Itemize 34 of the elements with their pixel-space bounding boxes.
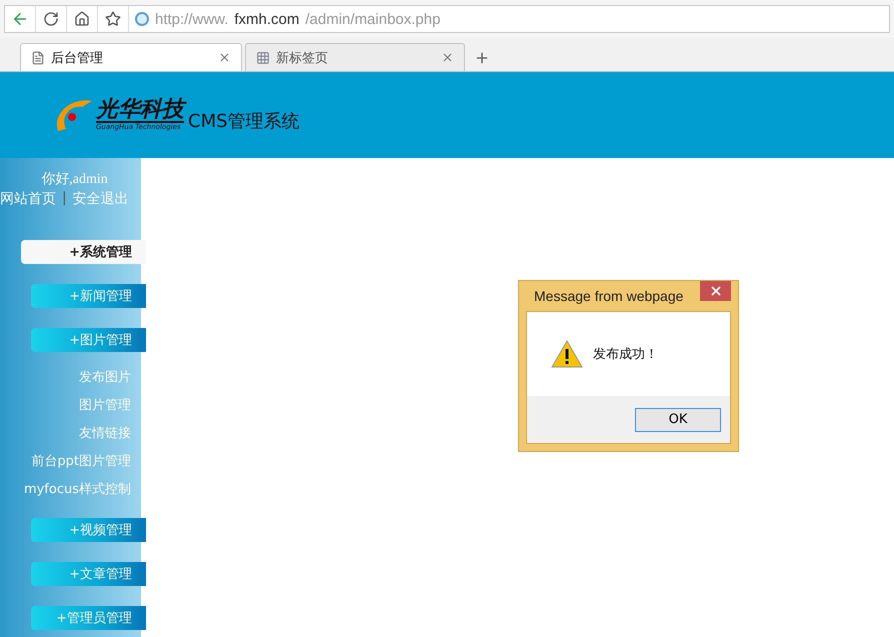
menu-button[interactable]: +文章管理 [31,562,146,586]
system-title: CMS管理系统 [188,110,300,133]
page-icon [31,50,45,64]
reload-icon[interactable] [43,11,59,27]
address-field[interactable]: http://www. fxmh.com /admin/mainbox.php [149,10,440,28]
menu-button[interactable]: +管理员管理 [31,606,146,630]
submenu-link[interactable]: 前台ppt图片管理 [31,452,141,470]
browser-tab[interactable]: 新标签页 [245,43,465,71]
close-icon[interactable] [218,51,231,64]
menu-button[interactable]: +新闻管理 [31,284,146,308]
close-button[interactable] [700,281,731,301]
globe-icon [135,12,149,26]
menu-button[interactable]: +图片管理 [31,328,146,352]
nav-link[interactable]: 网站首页 [0,190,56,208]
submenu-link[interactable]: 友情链接 [79,424,141,442]
star-icon[interactable] [105,11,121,27]
plus-icon[interactable] [474,50,490,66]
warning-icon [551,340,583,368]
greeting: 你好,admin [41,171,108,188]
browser-tab[interactable]: 后台管理 [20,43,242,71]
nav-link[interactable]: 安全退出 [72,190,129,208]
home-icon[interactable] [74,11,90,27]
dialog-message: 发布成功！ [593,346,658,363]
close-icon[interactable] [708,284,722,298]
menu-button[interactable]: +系统管理 [21,240,146,264]
submenu-link[interactable]: 图片管理 [79,396,141,414]
close-icon[interactable] [441,51,454,64]
grid-icon [256,50,270,64]
ok-button[interactable]: OK [635,408,721,432]
submenu-link[interactable]: 发布图片 [79,368,141,386]
dialog-title: Message from webpage [534,288,684,304]
menu-button[interactable]: +视频管理 [31,518,146,542]
separator: | [62,190,67,208]
submenu-link[interactable]: myfocus样式控制 [24,480,141,498]
